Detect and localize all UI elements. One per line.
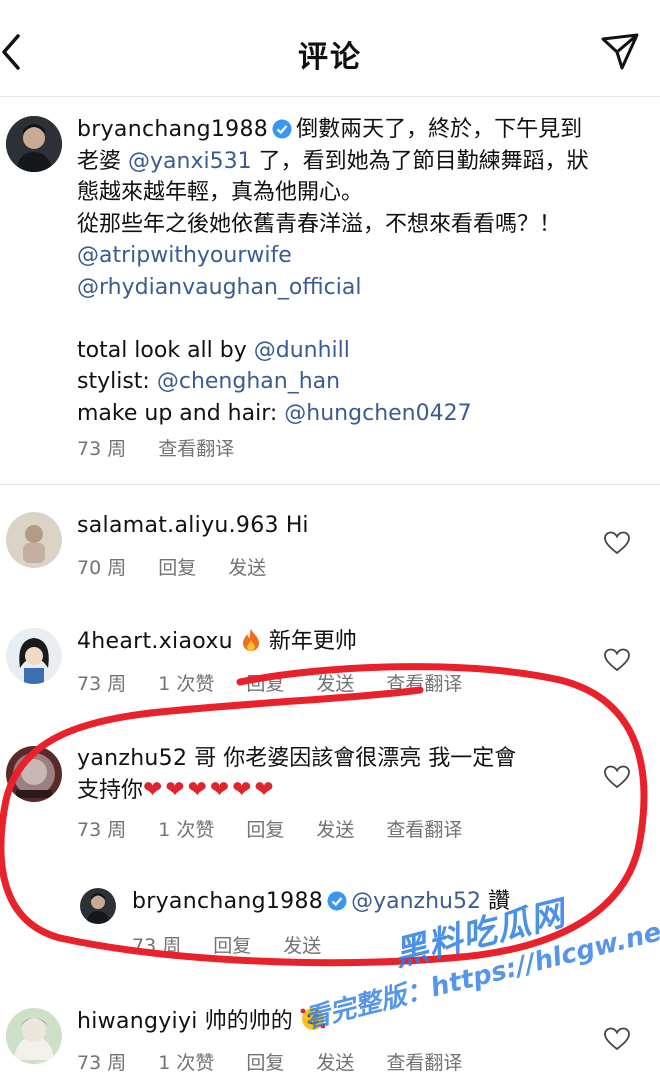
mention-link[interactable]: @atripwithyourwife <box>77 240 657 272</box>
timestamp: 70 周 <box>77 557 127 579</box>
heart-outline-icon <box>604 531 630 555</box>
reply-button[interactable]: 回复 <box>246 819 284 841</box>
comment-text: salamat.aliyu.963 Hi <box>77 513 309 538</box>
comment-username[interactable]: yanzhu52 <box>77 746 187 771</box>
comment-username[interactable]: 4heart.xiaoxu <box>77 629 233 654</box>
send-button[interactable]: 发送 <box>228 557 266 579</box>
share-button[interactable] <box>598 30 642 74</box>
avatar[interactable] <box>6 116 62 172</box>
send-button[interactable]: 发送 <box>316 673 354 695</box>
like-button[interactable] <box>604 531 630 555</box>
avatar[interactable] <box>6 746 62 802</box>
divider <box>0 484 660 485</box>
timestamp: 73 周 <box>77 819 127 841</box>
timestamp: 73 周 <box>77 1052 127 1074</box>
heart-outline-icon <box>604 648 630 672</box>
nav-bar: 评论 <box>0 0 660 96</box>
comment-text: hiwangyiyi 帅的帅的 <box>77 1006 326 1038</box>
like-button[interactable] <box>604 765 630 789</box>
like-count[interactable]: 1 次赞 <box>158 819 214 841</box>
like-button[interactable] <box>604 648 630 672</box>
send-share-icon <box>601 33 639 70</box>
avatar[interactable] <box>6 628 62 684</box>
translate-link[interactable]: 查看翻译 <box>386 819 462 841</box>
verified-badge-icon <box>327 891 347 911</box>
comment-meta: 73 周 1 次赞 回复 发送 查看翻译 <box>77 669 494 696</box>
page-title: 评论 <box>298 40 362 75</box>
comment-username[interactable]: hiwangyiyi <box>77 1009 198 1034</box>
avatar[interactable] <box>6 1008 62 1064</box>
comment-meta: 73 周 1 次赞 回复 发送 查看翻译 <box>77 815 494 842</box>
comment-text: yanzhu52 哥 你老婆因該會很漂亮 我一定會 支持你❤ ❤ ❤ ❤ ❤ ❤ <box>77 743 516 806</box>
mention-link[interactable]: @yanxi531 <box>128 149 252 174</box>
mention-link[interactable]: @dunhill <box>254 338 350 363</box>
send-button[interactable]: 发送 <box>316 1052 354 1074</box>
reply-button[interactable]: 回复 <box>158 557 196 579</box>
translate-link[interactable]: 查看翻译 <box>386 673 462 695</box>
translate-link[interactable]: 查看翻译 <box>386 1052 462 1074</box>
send-button[interactable]: 发送 <box>283 935 321 957</box>
caption-meta: 73 周 查看翻译 <box>77 434 266 461</box>
like-count[interactable]: 1 次赞 <box>158 673 214 695</box>
heart-outline-icon <box>604 1027 630 1051</box>
reply-button[interactable]: 回复 <box>246 1052 284 1074</box>
heart-outline-icon <box>604 765 630 789</box>
comment-meta: 70 周 回复 发送 <box>77 553 298 580</box>
translate-link[interactable]: 查看翻译 <box>158 438 234 460</box>
timestamp: 73 周 <box>132 935 182 957</box>
avatar[interactable] <box>6 512 62 568</box>
caption-text: bryanchang1988 倒數兩天了，終於，下午見到 老婆 @yanxi531… <box>77 114 657 429</box>
send-button[interactable]: 发送 <box>316 819 354 841</box>
timestamp: 73 周 <box>77 438 127 460</box>
mention-link[interactable]: @rhydianvaughan_official <box>77 272 657 304</box>
comment-username[interactable]: salamat.aliyu.963 <box>77 513 279 538</box>
timestamp: 73 周 <box>77 673 127 695</box>
verified-badge-icon <box>272 119 292 139</box>
caption-username[interactable]: bryanchang1988 <box>77 117 268 142</box>
comment-meta: 73 周 1 次赞 回复 发送 查看翻译 <box>77 1048 494 1075</box>
divider <box>0 96 660 97</box>
fire-emoji-icon <box>242 629 259 651</box>
mention-link[interactable]: @chenghan_han <box>157 369 340 394</box>
like-button[interactable] <box>604 1027 630 1051</box>
comment-text: 4heart.xiaoxu 新年更帅 <box>77 629 357 654</box>
avatar[interactable] <box>80 888 116 924</box>
like-count[interactable]: 1 次赞 <box>158 1052 214 1074</box>
reply-button[interactable]: 回复 <box>246 673 284 695</box>
reply-button[interactable]: 回复 <box>213 935 251 957</box>
heart-emojis: ❤ ❤ ❤ ❤ ❤ ❤ <box>143 776 274 803</box>
reply-username[interactable]: bryanchang1988 <box>132 889 323 914</box>
reply-meta: 73 周 回复 发送 <box>132 931 353 958</box>
mention-link[interactable]: @hungchen0427 <box>284 401 471 426</box>
